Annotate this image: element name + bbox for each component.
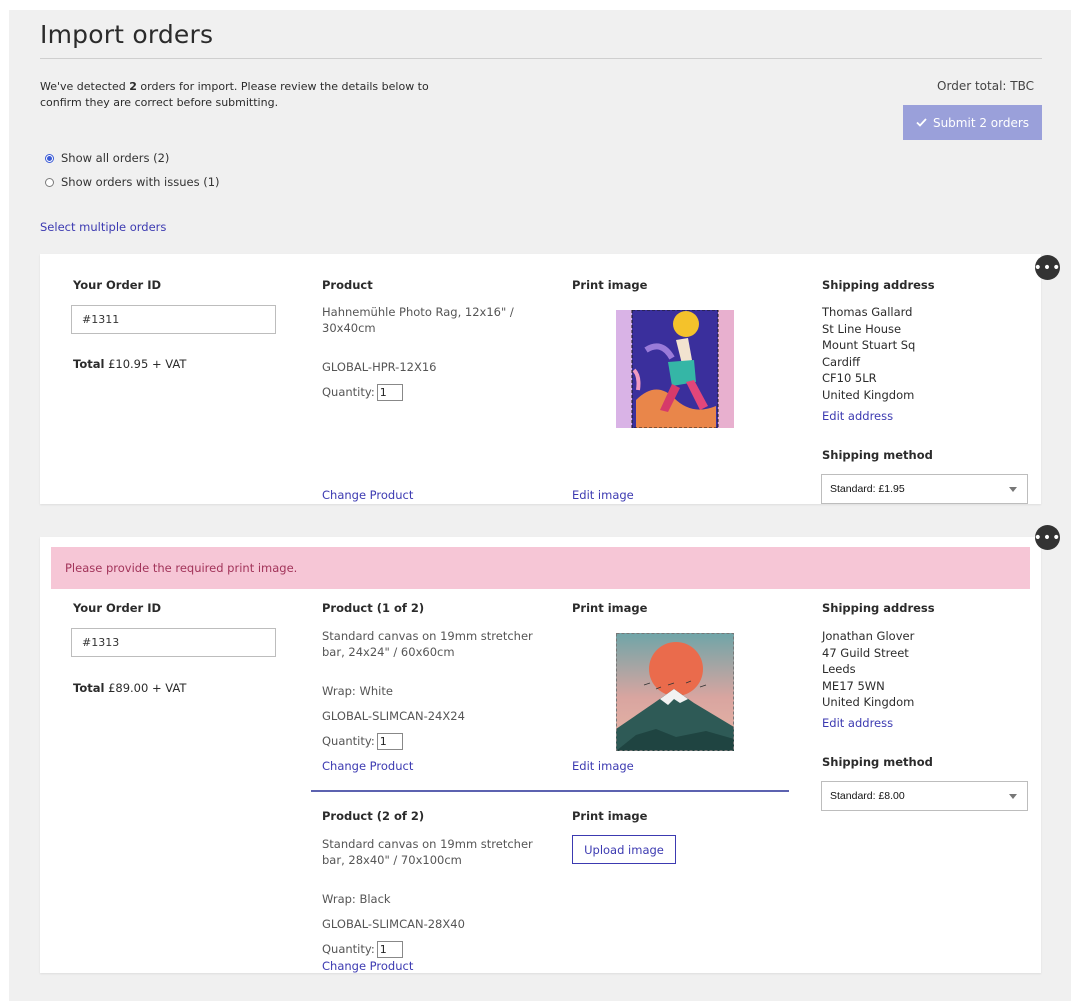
submit-orders-label: Submit 2 orders — [932, 115, 1030, 130]
intro-count: 2 — [129, 80, 137, 93]
product-name-line2: 30x40cm — [322, 321, 376, 335]
chevron-down-icon — [1009, 486, 1017, 492]
radio-unselected[interactable] — [45, 177, 54, 187]
address-line: United Kingdom — [822, 387, 915, 402]
quantity-label: Quantity: — [322, 385, 375, 399]
title-divider — [40, 58, 1042, 59]
filter-all-orders-label: Show all orders (2) — [61, 151, 170, 165]
total-label: Total — [73, 357, 105, 371]
print-image-thumbnail[interactable] — [616, 310, 734, 428]
quantity-label: Quantity: — [322, 734, 375, 748]
edit-address-link[interactable]: Edit address — [822, 409, 893, 423]
missing-image-alert: Please provide the required print image. — [51, 547, 1030, 589]
order-total-line: Total £10.95 + VAT — [73, 357, 186, 371]
shipping-method-heading: Shipping method — [822, 755, 933, 769]
address-line: Leeds — [822, 662, 856, 676]
change-product-link[interactable]: Change Product — [322, 488, 413, 502]
address-line: Thomas Gallard — [822, 305, 913, 319]
quantity-row: Quantity: 1 — [322, 384, 403, 401]
edit-image-link[interactable]: Edit image — [572, 759, 634, 773]
edit-address-link[interactable]: Edit address — [822, 716, 893, 730]
quantity-row: Quantity: 1 — [322, 941, 403, 958]
more-options-icon[interactable]: ••• — [1034, 255, 1060, 280]
order-id-heading: Your Order ID — [73, 601, 162, 615]
order-total-line: Total £89.00 + VAT — [73, 681, 186, 695]
product-name: Standard canvas on 19mm stretcher bar, 28… — [322, 836, 547, 868]
shipping-address-heading: Shipping address — [822, 601, 935, 615]
quantity-row: Quantity: 1 — [322, 733, 403, 750]
page-title: Import orders — [40, 20, 214, 49]
total-label: Total — [73, 681, 105, 695]
product-name-line1: Standard canvas on 19mm stretcher — [322, 629, 533, 643]
product-name-line1: Standard canvas on 19mm stretcher — [322, 837, 533, 851]
product-sku: GLOBAL-SLIMCAN-24X24 — [322, 709, 465, 723]
upload-image-button[interactable]: Upload image — [572, 835, 676, 864]
chevron-down-icon — [1009, 793, 1017, 799]
filter-orders-with-issues[interactable]: Show orders with issues (1) — [45, 175, 220, 189]
product-name: Hahnemühle Photo Rag, 12x16" / 30x40cm — [322, 304, 537, 336]
print-image-heading: Print image — [572, 278, 648, 292]
print-image-heading: Print image — [572, 601, 648, 615]
radio-selected[interactable] — [45, 153, 54, 163]
import-intro: We've detected 2 orders for import. Plea… — [40, 79, 430, 111]
product-wrap: Wrap: Black — [322, 892, 391, 906]
product-name-line2: bar, 24x24" / 60x60cm — [322, 645, 455, 659]
product-sku: GLOBAL-SLIMCAN-28X40 — [322, 917, 465, 931]
total-value: £10.95 + VAT — [104, 357, 187, 371]
artwork-dancer-illustration — [616, 310, 734, 428]
order-total: Order total: TBC — [937, 79, 1034, 93]
quantity-input[interactable]: 1 — [376, 733, 403, 750]
quantity-label: Quantity: — [322, 942, 375, 956]
product-sku: GLOBAL-HPR-12X16 — [322, 360, 437, 374]
order-id-input[interactable] — [71, 305, 276, 334]
address-line: United Kingdom — [822, 695, 915, 709]
select-multiple-orders-link[interactable]: Select multiple orders — [40, 220, 166, 234]
address-line: Cardiff — [822, 354, 861, 369]
check-icon — [916, 118, 927, 127]
quantity-input[interactable]: 1 — [376, 941, 403, 958]
total-value: £89.00 + VAT — [104, 681, 187, 695]
shipping-address-heading: Shipping address — [822, 278, 935, 292]
filter-issues-label: Show orders with issues (1) — [61, 175, 220, 189]
address-line: ME17 5WN — [822, 678, 885, 693]
change-product-link[interactable]: Change Product — [322, 959, 413, 973]
shipping-method-value: Standard: £1.95 — [830, 483, 905, 495]
quantity-input[interactable]: 1 — [376, 384, 403, 401]
order-id-input[interactable] — [71, 628, 276, 657]
product-name-line2: bar, 28x40" / 70x100cm — [322, 853, 462, 867]
filter-all-orders[interactable]: Show all orders (2) — [45, 151, 169, 165]
product-heading: Product (1 of 2) — [322, 601, 425, 615]
change-product-link[interactable]: Change Product — [322, 759, 413, 773]
shipping-method-select[interactable]: Standard: £1.95 — [821, 474, 1028, 504]
artwork-mountain-sunset-illustration — [616, 633, 734, 751]
intro-prefix: We've detected — [40, 80, 130, 93]
product-wrap: Wrap: White — [322, 684, 393, 698]
address-line: CF10 5LR — [822, 371, 877, 385]
more-options-icon[interactable]: ••• — [1034, 525, 1060, 550]
print-image-thumbnail[interactable] — [616, 633, 734, 751]
order-id-heading: Your Order ID — [73, 278, 162, 292]
address-line: St Line House — [822, 321, 902, 336]
shipping-address: Thomas Gallard St Line House Mount Stuar… — [822, 304, 915, 403]
shipping-method-value: Standard: £8.00 — [830, 790, 905, 802]
product-heading: Product (2 of 2) — [322, 809, 425, 823]
shipping-method-select[interactable]: Standard: £8.00 — [821, 781, 1028, 811]
shipping-address: Jonathan Glover 47 Guild Street Leeds ME… — [822, 628, 914, 711]
product-divider — [311, 790, 789, 792]
product-name: Standard canvas on 19mm stretcher bar, 24… — [322, 628, 547, 660]
submit-orders-button[interactable]: Submit 2 orders — [903, 105, 1042, 140]
product-name-line1: Hahnemühle Photo Rag, 12x16" / — [322, 305, 514, 319]
edit-image-link[interactable]: Edit image — [572, 488, 634, 502]
shipping-method-heading: Shipping method — [822, 448, 933, 462]
address-line: Jonathan Glover — [822, 629, 915, 643]
address-line: Mount Stuart Sq — [822, 338, 916, 352]
print-image-heading: Print image — [572, 809, 648, 823]
address-line: 47 Guild Street — [822, 645, 909, 660]
product-heading: Product — [322, 278, 373, 292]
